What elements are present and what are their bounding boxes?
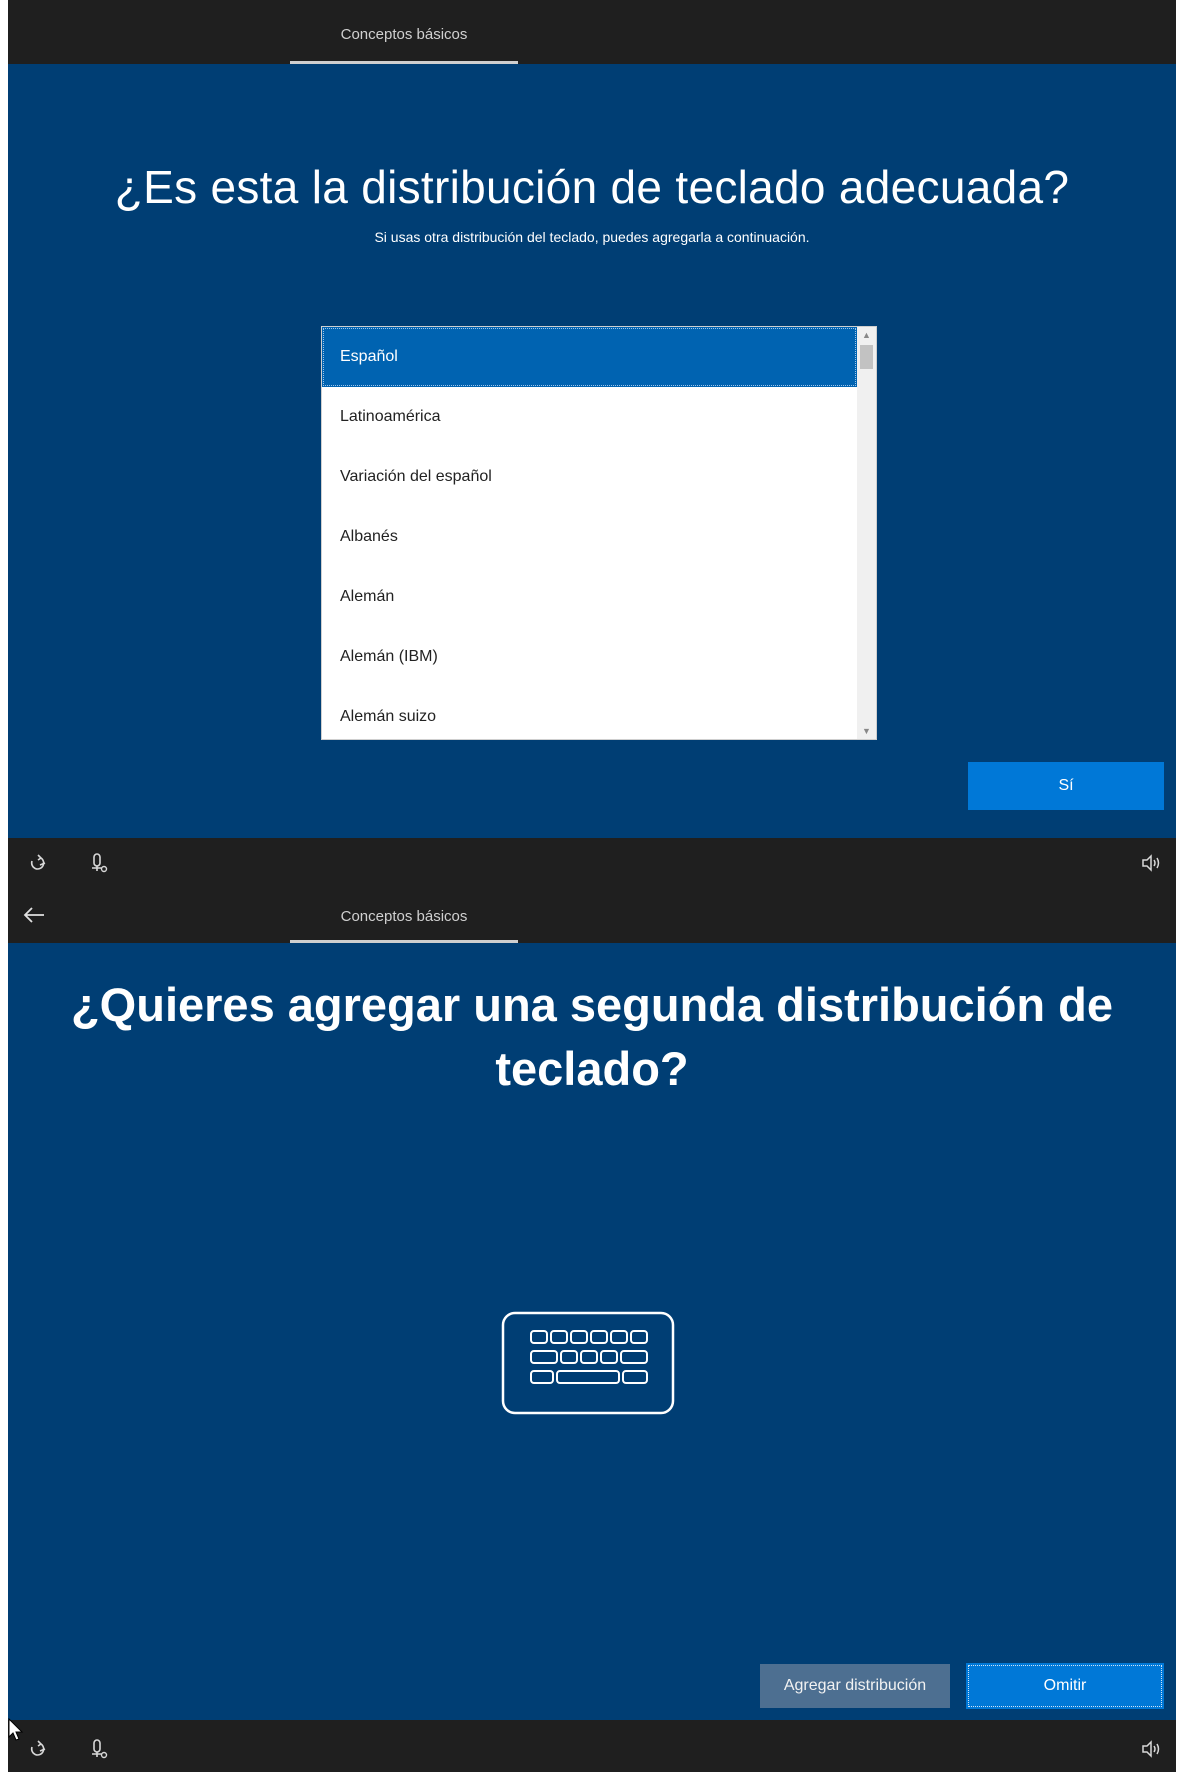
mouse-cursor-icon	[8, 1718, 24, 1741]
volume-icon[interactable]	[1140, 1738, 1162, 1760]
top-bar: Conceptos básicos	[8, 885, 1176, 943]
bottom-bar	[8, 838, 1176, 885]
layout-list-items: Español Latinoamérica Variación del españo…	[322, 327, 857, 739]
bottom-bar	[8, 1720, 1176, 1772]
scroll-thumb[interactable]	[860, 345, 873, 369]
list-item[interactable]: Alemán (IBM)	[322, 627, 857, 687]
keyboard-layout-screen: Conceptos básicos ¿Es esta la distribuci…	[8, 0, 1176, 885]
add-layout-button[interactable]: Agregar distribución	[760, 1664, 950, 1708]
tab-label: Conceptos básicos	[340, 908, 468, 925]
tab-label: Conceptos básicos	[340, 26, 468, 43]
main-panel: ¿Es esta la distribución de teclado adec…	[8, 64, 1176, 838]
list-item[interactable]: Español	[322, 327, 857, 387]
skip-button[interactable]: Omitir	[966, 1663, 1164, 1709]
scroll-down-icon[interactable]: ▼	[857, 723, 876, 739]
list-scrollbar[interactable]: ▲ ▼	[857, 327, 876, 739]
scroll-up-icon[interactable]: ▲	[857, 327, 876, 343]
top-bar: Conceptos básicos	[8, 0, 1176, 64]
yes-button[interactable]: Sí	[968, 762, 1164, 810]
main-panel: ¿Quieres agregar una segunda distribució…	[8, 943, 1176, 1720]
volume-icon[interactable]	[1140, 852, 1162, 874]
ease-of-access-icon[interactable]	[26, 852, 48, 874]
page-subtitle: Si usas otra distribución del teclado, p…	[374, 229, 810, 245]
list-item[interactable]: Alemán	[322, 567, 857, 627]
list-item[interactable]: Albanés	[322, 507, 857, 567]
back-arrow-icon[interactable]	[22, 903, 50, 927]
ease-of-access-icon[interactable]	[26, 1738, 48, 1760]
keyboard-layout-list[interactable]: Español Latinoamérica Variación del españo…	[321, 326, 877, 740]
microphone-icon[interactable]	[88, 852, 110, 874]
tab-conceptos-basicos[interactable]: Conceptos básicos	[290, 0, 518, 64]
second-layout-screen: Conceptos básicos ¿Quieres agregar una s…	[8, 885, 1176, 1772]
list-item[interactable]: Variación del español	[322, 447, 857, 507]
microphone-icon[interactable]	[88, 1738, 110, 1760]
list-item[interactable]: Alemán suizo	[322, 687, 857, 739]
tab-conceptos-basicos[interactable]: Conceptos básicos	[290, 885, 518, 943]
keyboard-icon	[501, 1311, 675, 1415]
list-item[interactable]: Latinoamérica	[322, 387, 857, 447]
page-title: ¿Quieres agregar una segunda distribució…	[70, 978, 1114, 1095]
page-title: ¿Es esta la distribución de teclado adec…	[114, 161, 1070, 213]
